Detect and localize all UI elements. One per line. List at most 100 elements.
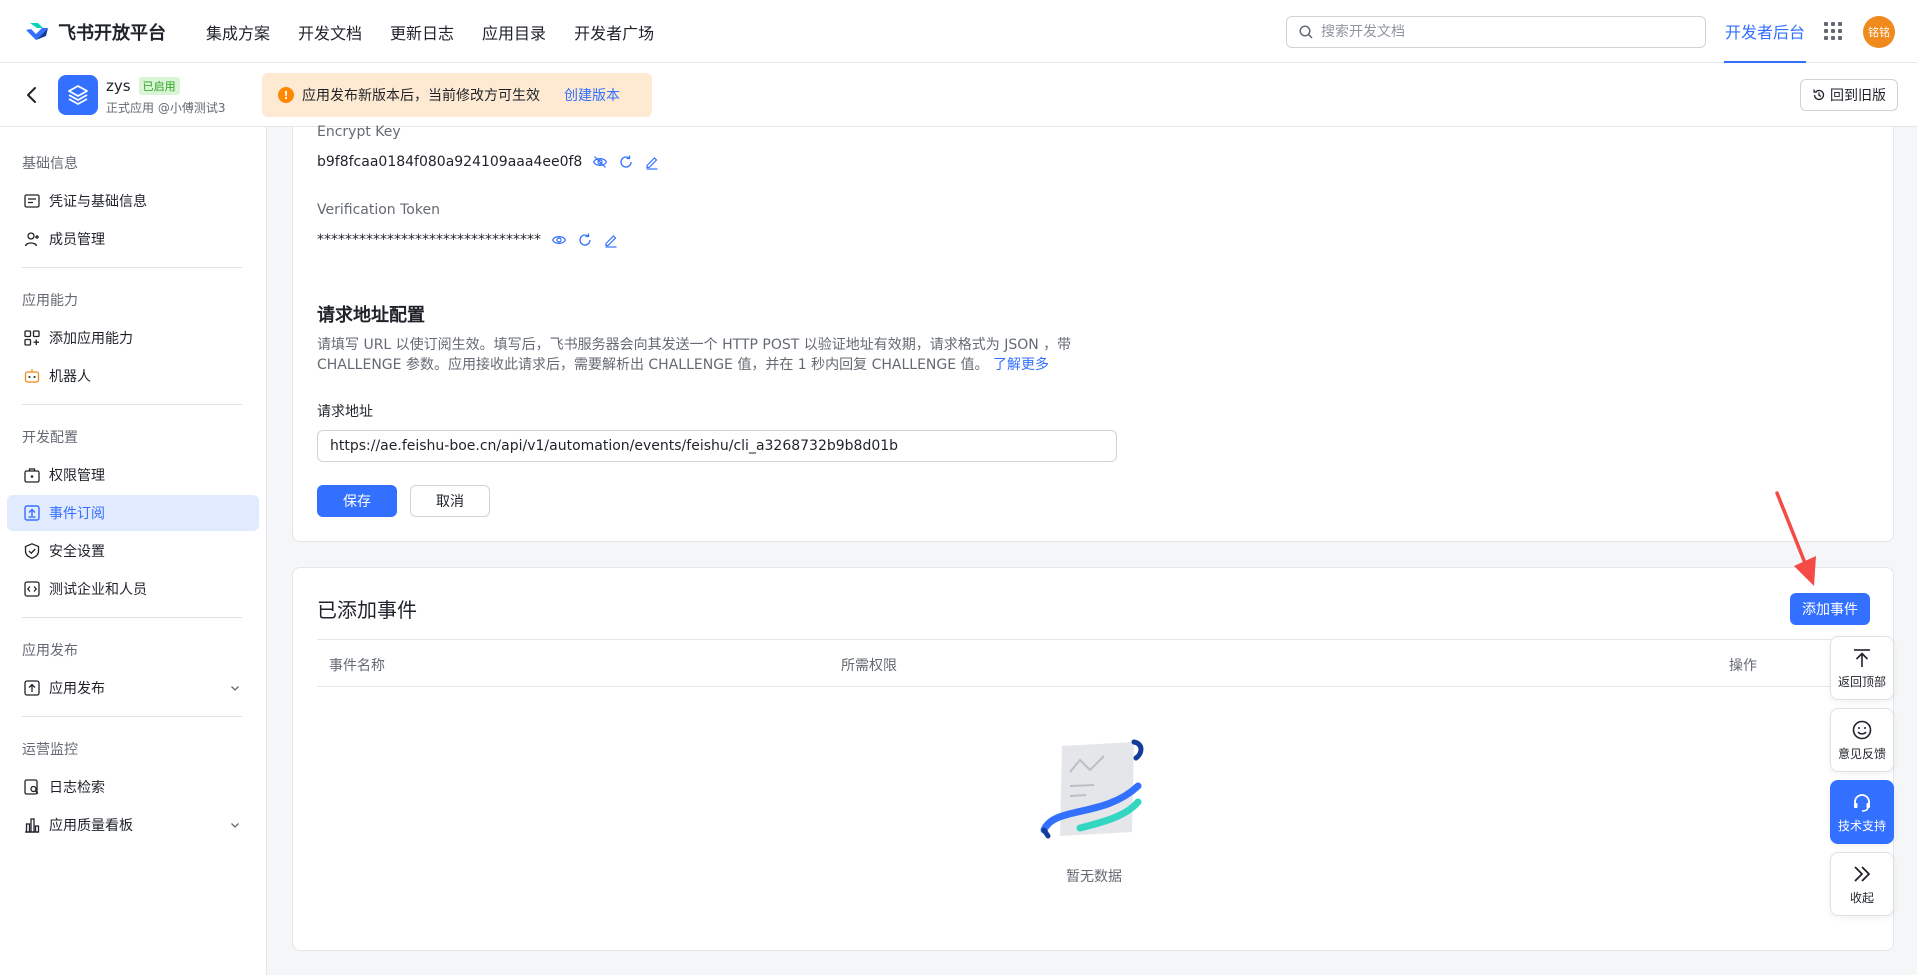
- code-box-icon: [24, 581, 40, 597]
- version-notice: ! 应用发布新版本后，当前修改方可生效 创建版本: [262, 73, 652, 117]
- briefcase-lock-icon: [24, 468, 40, 483]
- sidebar-item-label: 机器人: [49, 369, 91, 385]
- feedback-label: 意见反馈: [1837, 746, 1886, 761]
- sidebar-group-basic: 基础信息: [22, 156, 78, 172]
- empty-document-icon: [1040, 739, 1144, 839]
- id-card-icon: [24, 194, 40, 208]
- publish-icon: [24, 680, 40, 696]
- learn-more-link[interactable]: 了解更多: [993, 357, 1049, 373]
- encryption-config-card: Encrypt Key b9f8fcaa0184f080a924109aaa4e…: [292, 124, 1894, 542]
- back-to-old-version-label: 回到旧版: [1830, 88, 1886, 104]
- log-search-icon: [24, 779, 39, 795]
- nav-item-app-directory[interactable]: 应用目录: [482, 20, 546, 44]
- edit-icon[interactable]: [644, 154, 660, 170]
- notice-text: 应用发布新版本后，当前修改方可生效: [302, 88, 540, 104]
- app-icon: [58, 75, 98, 115]
- floating-toolbar: 返回顶部 意见反馈 技术支持 收起: [1830, 636, 1894, 924]
- request-url-label: 请求地址: [317, 404, 373, 420]
- arrow-up-to-top-icon: [1854, 648, 1870, 667]
- cancel-button[interactable]: 取消: [410, 485, 490, 517]
- sidebar-group-capabilities: 应用能力: [22, 293, 78, 309]
- sidebar-item-security[interactable]: 安全设置: [7, 533, 259, 569]
- app-header: zys 已启用 正式应用 @小傅测试3 ! 应用发布新版本后，当前修改方可生效 …: [0, 63, 1917, 127]
- red-annotation-arrow: [1775, 491, 1816, 586]
- back-to-old-version-button[interactable]: 回到旧版: [1800, 79, 1898, 111]
- empty-state-text: 暂无数据: [1066, 869, 1122, 885]
- app-name: zys 已启用: [106, 77, 180, 95]
- added-events-card: 已添加事件 添加事件 事件名称 所需权限 操作 暂无数据: [292, 567, 1894, 951]
- add-user-icon: [24, 232, 39, 247]
- sidebar-group-dev-config: 开发配置: [22, 430, 78, 446]
- refresh-icon[interactable]: [618, 154, 634, 170]
- column-actions: 操作: [1729, 658, 1757, 674]
- edit-icon[interactable]: [603, 232, 619, 248]
- nav-item-docs[interactable]: 开发文档: [298, 20, 362, 44]
- sidebar-item-label: 成员管理: [49, 232, 105, 248]
- back-to-top-button[interactable]: 返回顶部: [1830, 636, 1894, 700]
- column-required-permission: 所需权限: [841, 658, 897, 674]
- tech-support-label: 技术支持: [1837, 818, 1886, 833]
- feedback-button[interactable]: 意见反馈: [1830, 708, 1894, 772]
- added-events-title: 已添加事件: [317, 598, 417, 622]
- sidebar-item-log-search[interactable]: 日志检索: [7, 769, 259, 805]
- sidebar-item-label: 凭证与基础信息: [49, 194, 147, 210]
- brand-name: 飞书开放平台: [58, 23, 166, 44]
- sidebar-item-test-tenants[interactable]: 测试企业和人员: [7, 571, 259, 607]
- back-to-top-label: 返回顶部: [1837, 674, 1886, 689]
- user-avatar[interactable]: 铭铭: [1863, 16, 1895, 48]
- sidebar-item-label: 添加应用能力: [49, 331, 133, 347]
- sidebar-item-label: 应用质量看板: [49, 818, 133, 834]
- chevron-down-icon: [231, 823, 239, 828]
- developer-console-tab[interactable]: 开发者后台: [1724, 0, 1807, 63]
- app-name-text: zys: [106, 77, 131, 95]
- headset-icon: [1854, 793, 1870, 812]
- nav-item-changelog[interactable]: 更新日志: [390, 20, 454, 44]
- sidebar-item-bot[interactable]: 机器人: [7, 358, 259, 394]
- doc-search[interactable]: [1286, 16, 1706, 48]
- double-chevron-right-icon: [1854, 865, 1870, 882]
- sidebar-divider: [22, 617, 242, 618]
- request-url-section-title: 请求地址配置: [317, 305, 425, 326]
- save-button[interactable]: 保存: [317, 485, 397, 517]
- sidebar-item-members[interactable]: 成员管理: [7, 221, 259, 257]
- sidebar-item-credentials[interactable]: 凭证与基础信息: [7, 183, 259, 219]
- sidebar-item-label: 安全设置: [49, 544, 105, 560]
- nav-item-solutions[interactable]: 集成方案: [206, 20, 270, 44]
- warning-icon: !: [278, 87, 294, 103]
- eye-icon[interactable]: [551, 232, 567, 248]
- eye-off-icon[interactable]: [592, 154, 608, 170]
- sidebar-item-app-release[interactable]: 应用发布: [7, 670, 259, 706]
- smiley-icon: [1852, 720, 1872, 739]
- chevron-down-icon: [231, 686, 239, 691]
- brand-logo[interactable]: 飞书开放平台: [24, 19, 166, 45]
- tech-support-button[interactable]: 技术支持: [1830, 780, 1894, 844]
- sidebar-divider: [22, 404, 242, 405]
- nav-item-developer-square[interactable]: 开发者广场: [574, 20, 654, 44]
- sidebar-item-permissions[interactable]: 权限管理: [7, 457, 259, 493]
- add-event-button[interactable]: 添加事件: [1790, 593, 1870, 625]
- create-version-link[interactable]: 创建版本: [564, 85, 620, 105]
- back-arrow-icon[interactable]: [20, 83, 44, 107]
- verification-token-label: Verification Token: [317, 202, 440, 218]
- request-url-input[interactable]: [317, 430, 1117, 462]
- history-icon: [1813, 89, 1825, 101]
- search-input[interactable]: [1321, 24, 1691, 40]
- encrypt-key-row: b9f8fcaa0184f080a924109aaa4ee0f8: [317, 154, 660, 170]
- status-badge: 已启用: [138, 77, 180, 95]
- sidebar-item-add-capability[interactable]: 添加应用能力: [7, 320, 259, 356]
- bar-chart-icon: [25, 818, 40, 833]
- sidebar-item-label: 权限管理: [49, 468, 105, 484]
- top-nav: 飞书开放平台 集成方案 开发文档 更新日志 应用目录 开发者广场 开发者后台 铭…: [0, 0, 1917, 63]
- layers-icon: [68, 85, 88, 105]
- refresh-icon[interactable]: [577, 232, 593, 248]
- sidebar-group-monitoring: 运营监控: [22, 742, 78, 758]
- add-grid-icon: [24, 330, 40, 346]
- sidebar-item-label: 测试企业和人员: [49, 582, 147, 598]
- sidebar-group-release: 应用发布: [22, 643, 78, 659]
- sidebar-item-label: 日志检索: [49, 780, 105, 796]
- request-url-description-text: 请填写 URL 以使订阅生效。填写后，飞书服务器会向其发送一个 HTTP POS…: [317, 337, 1072, 373]
- sidebar-item-quality-dashboard[interactable]: 应用质量看板: [7, 807, 259, 843]
- sidebar-item-event-subscription[interactable]: 事件订阅: [7, 495, 259, 531]
- collapse-button[interactable]: 收起: [1830, 852, 1894, 916]
- app-grid-icon[interactable]: [1824, 22, 1842, 40]
